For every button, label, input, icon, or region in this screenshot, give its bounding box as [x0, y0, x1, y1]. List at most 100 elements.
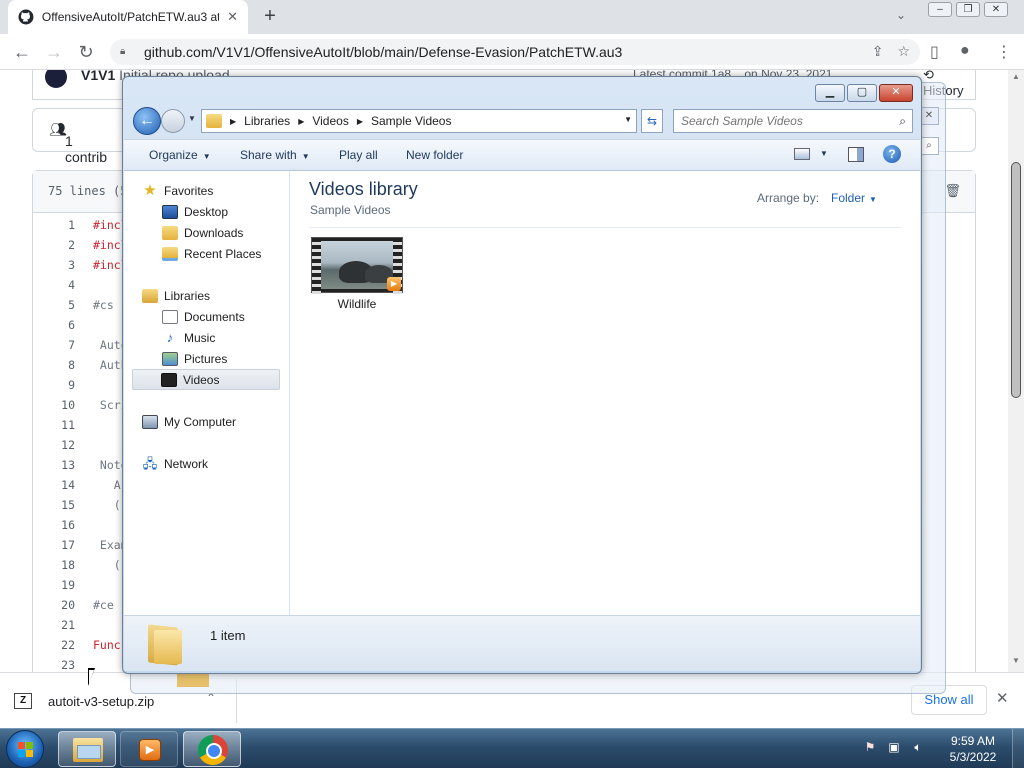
organize-menu[interactable]: Organize ▼: [149, 148, 211, 162]
line-number[interactable]: 11: [43, 415, 75, 435]
nav-pictures[interactable]: Pictures: [162, 348, 227, 369]
lock-icon[interactable]: 🔒︎: [120, 46, 132, 58]
explorer-back-button[interactable]: ←: [133, 107, 161, 135]
show-desktop-button[interactable]: [1012, 729, 1024, 768]
nav-libraries[interactable]: Libraries: [142, 285, 210, 306]
share-with-menu[interactable]: Share with ▼: [240, 148, 310, 162]
trash-icon[interactable]: 🗑︎: [944, 183, 961, 199]
side-panel-icon[interactable]: ▯: [930, 42, 939, 62]
line-number[interactable]: 12: [43, 435, 75, 455]
explorer-forward-button[interactable]: [161, 109, 185, 133]
close-icon[interactable]: ✕: [919, 107, 939, 125]
nav-music[interactable]: ♪ Music: [162, 327, 216, 348]
window-minimize-button[interactable]: –: [928, 2, 952, 17]
nav-recent-places[interactable]: Recent Places: [162, 243, 261, 264]
network-tray-icon[interactable]: ▣: [886, 739, 902, 755]
preview-pane-icon[interactable]: [848, 147, 864, 162]
line-number[interactable]: 19: [43, 575, 75, 595]
nav-documents[interactable]: Documents: [162, 306, 245, 327]
line-number[interactable]: 2: [43, 235, 75, 255]
line-number[interactable]: 16: [43, 515, 75, 535]
line-number[interactable]: 13: [43, 455, 75, 475]
new-tab-button[interactable]: +: [260, 5, 280, 28]
back-button[interactable]: ←: [10, 40, 34, 64]
line-number[interactable]: 21: [43, 615, 75, 635]
line-number[interactable]: 23: [43, 655, 75, 672]
line-number[interactable]: 6: [43, 315, 75, 335]
contributors-text[interactable]: 👥︎ 1 contrib: [49, 121, 107, 165]
window-close-button[interactable]: ✕: [984, 2, 1008, 17]
line-number[interactable]: 9: [43, 375, 75, 395]
nav-network[interactable]: 🖧︎ Network: [142, 453, 208, 474]
windows-logo-icon: [18, 742, 34, 758]
taskbar-media-player-button[interactable]: ▶: [120, 731, 178, 767]
address-bar[interactable]: 🔒︎ github.com/V1V1/OffensiveAutoIt/blob/…: [110, 39, 920, 65]
help-icon[interactable]: ?: [883, 145, 901, 163]
nav-favorites[interactable]: ★ Favorites: [142, 180, 213, 201]
line-number[interactable]: 20: [43, 595, 75, 615]
profile-icon[interactable]: ●: [960, 42, 970, 60]
navigation-pane: ★ Favorites Desktop Downloads Recent Plac…: [124, 171, 290, 615]
tab-close-icon[interactable]: ✕: [227, 9, 238, 25]
explorer-minimize-button[interactable]: ▁: [815, 84, 845, 102]
nav-desktop[interactable]: Desktop: [162, 201, 228, 222]
reload-button[interactable]: ↻: [74, 40, 98, 64]
tab-search-chevron-icon[interactable]: ⌄: [896, 8, 906, 22]
address-dropdown-icon[interactable]: ▼: [624, 115, 632, 124]
line-number[interactable]: 7: [43, 335, 75, 355]
line-number[interactable]: 22: [43, 635, 75, 655]
new-folder-button[interactable]: New folder: [406, 148, 463, 162]
explorer-close-button[interactable]: ✕: [879, 84, 913, 102]
search-input[interactable]: [674, 110, 874, 132]
volume-icon[interactable]: 🔈︎: [910, 739, 926, 755]
line-number[interactable]: 8: [43, 355, 75, 375]
search-icon[interactable]: ⌕: [919, 137, 939, 155]
line-number[interactable]: 1: [43, 215, 75, 235]
item-count: 1 item: [210, 628, 246, 643]
line-number[interactable]: 14: [43, 475, 75, 495]
breadcrumb-sample-videos[interactable]: Sample Videos: [371, 114, 452, 128]
breadcrumb-arrow-icon[interactable]: ▶: [298, 117, 304, 126]
taskbar-chrome-button[interactable]: [183, 731, 241, 767]
line-number[interactable]: 3: [43, 255, 75, 275]
breadcrumb-arrow-icon[interactable]: ▶: [230, 117, 236, 126]
search-icon[interactable]: ⌕: [899, 114, 906, 129]
menu-kebab-icon[interactable]: ⋮: [996, 42, 1012, 62]
system-clock[interactable]: 9:59 AM 5/3/2022: [944, 733, 1002, 765]
bookmark-star-icon[interactable]: ☆: [897, 43, 910, 60]
taskbar-explorer-button[interactable]: [58, 731, 116, 767]
avatar[interactable]: [45, 70, 67, 88]
play-all-button[interactable]: Play all: [339, 148, 378, 162]
scrollbar-thumb[interactable]: [1011, 162, 1021, 398]
line-number[interactable]: 5: [43, 295, 75, 315]
scroll-down-icon[interactable]: ▼: [1012, 656, 1020, 665]
nav-my-computer[interactable]: My Computer: [142, 411, 236, 432]
breadcrumb-arrow-icon[interactable]: ▶: [357, 117, 363, 126]
refresh-button[interactable]: ⇆: [641, 109, 663, 133]
file-tile-wildlife[interactable]: ▶ Wildlife: [309, 237, 405, 315]
download-shelf-close-icon[interactable]: ✕: [996, 689, 1009, 707]
nav-downloads[interactable]: Downloads: [162, 222, 243, 243]
share-icon[interactable]: ⇪: [872, 43, 884, 60]
browser-tab[interactable]: OffensiveAutoIt/PatchETW.au3 at main ✕: [8, 0, 248, 34]
window-restore-button[interactable]: ❐: [956, 2, 980, 17]
start-button[interactable]: [6, 730, 44, 768]
scroll-up-icon[interactable]: ▲: [1012, 72, 1020, 81]
line-number[interactable]: 15: [43, 495, 75, 515]
breadcrumb-libraries[interactable]: Libraries: [244, 114, 290, 128]
explorer-address-bar[interactable]: ▶ Libraries ▶ Videos ▶ Sample Videos ▼: [201, 109, 637, 133]
breadcrumb-videos[interactable]: Videos: [312, 114, 348, 128]
action-center-flag-icon[interactable]: ⚑: [862, 739, 878, 755]
nav-videos[interactable]: Videos: [132, 369, 280, 390]
line-number[interactable]: 4: [43, 275, 75, 295]
change-view-icon[interactable]: [794, 148, 810, 160]
forward-button[interactable]: →: [42, 40, 66, 64]
page-scrollbar[interactable]: ▲ ▼: [1008, 70, 1024, 672]
line-number[interactable]: 17: [43, 535, 75, 555]
history-dropdown-icon[interactable]: ▼: [188, 114, 196, 123]
view-dropdown-icon[interactable]: ▼: [820, 149, 828, 158]
line-number[interactable]: 18: [43, 555, 75, 575]
arrange-by-dropdown[interactable]: Folder ▼: [831, 191, 877, 205]
explorer-maximize-button[interactable]: ▢: [847, 84, 877, 102]
line-number[interactable]: 10: [43, 395, 75, 415]
